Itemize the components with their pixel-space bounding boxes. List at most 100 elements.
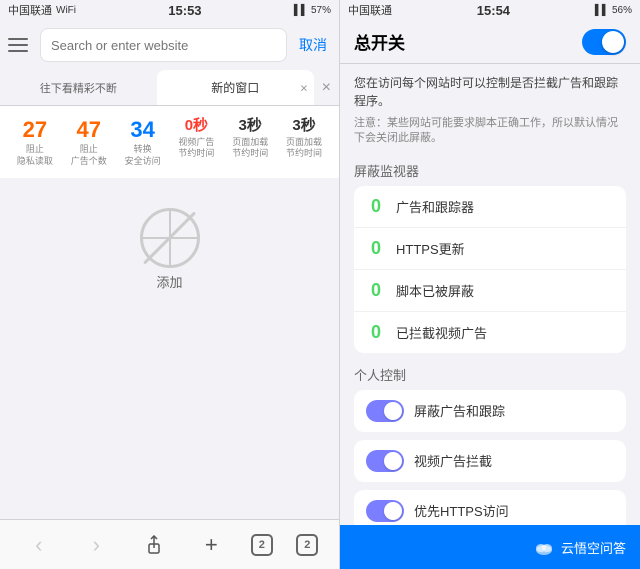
toggle-row-1: 视频广告拦截: [354, 440, 626, 482]
right-bottom-bar: 云悟空问答: [340, 525, 640, 569]
stat-ads: 47 阻止 广告个数: [64, 118, 114, 168]
menu-button[interactable]: [8, 33, 32, 57]
menu-line1: [8, 38, 28, 40]
status-bar-right: 中国联通 15:54 ▌▌ 56%: [340, 0, 640, 20]
monitor-label-3: 已拦截视频广告: [396, 323, 614, 342]
globe-slash: [143, 211, 196, 264]
right-panel-title: 总开关: [354, 29, 405, 54]
tab-history[interactable]: 往下看精彩不断: [0, 70, 157, 105]
tab-count2[interactable]: 2: [296, 534, 318, 556]
forward-button[interactable]: ›: [78, 527, 114, 563]
time-right: 15:54: [477, 3, 510, 18]
stat-number-video: 0秒: [185, 118, 208, 135]
tab-count[interactable]: 2: [251, 534, 273, 556]
add-label: 添加: [156, 272, 182, 291]
carrier-right: 中国联通: [348, 2, 392, 18]
monitor-count-3: 0: [366, 322, 386, 343]
tab-bar: 往下看精彩不断 新的窗口 × ×: [0, 70, 339, 106]
toggle-0[interactable]: [366, 400, 404, 422]
logo-text: 云悟空问答: [561, 538, 626, 557]
close-icon[interactable]: ×: [322, 79, 331, 97]
forward-icon: ›: [93, 532, 100, 558]
monitor-row-1: 0 HTTPS更新: [354, 228, 626, 270]
stat-number-ads: 47: [77, 118, 101, 142]
right-header: 总开关: [340, 20, 640, 64]
monitor-count-1: 0: [366, 238, 386, 259]
toggle-label-2: 优先HTTPS访问: [414, 501, 509, 520]
toggle-1[interactable]: [366, 450, 404, 472]
note-text: 注意：某些网站可能要求脚本正确工作，所以默认情况下会关闭此屏蔽。: [354, 116, 626, 147]
cloud-icon: [533, 536, 555, 558]
status-carrier-left: 中国联通 WiFi: [8, 2, 76, 18]
time-left: 15:53: [168, 3, 201, 18]
bottom-toolbar: ‹ › + 2 2: [0, 519, 339, 569]
globe-icon: [140, 208, 200, 268]
back-icon: ‹: [35, 532, 42, 558]
status-bar-left: 中国联通 WiFi 15:53 ▌▌ 57%: [0, 0, 339, 20]
tab-close-icon[interactable]: ×: [300, 80, 308, 95]
search-bar[interactable]: [40, 28, 287, 62]
description-text: 您在访问每个网站时可以控制是否拦截广告和跟踪程序。: [354, 74, 626, 110]
wifi-icon: WiFi: [56, 5, 76, 16]
stat-label-page1: 页面加载 节约时间: [232, 137, 268, 160]
battery-left: 57%: [311, 5, 331, 16]
bottom-logo: 云悟空问答: [533, 536, 626, 558]
stat-video-time: 0秒 视频广告 节约时间: [171, 118, 221, 168]
stat-page-time1: 3秒 页面加载 节约时间: [225, 118, 275, 168]
stat-label-video: 视频广告 节约时间: [178, 137, 214, 160]
toggle-label-1: 视频广告拦截: [414, 451, 492, 470]
stat-privacy: 27 阻止 隐私读取: [10, 118, 60, 168]
search-input[interactable]: [51, 38, 276, 53]
toggle-row-0: 屏蔽广告和跟踪: [354, 390, 626, 432]
monitor-row-2: 0 脚本已被屏蔽: [354, 270, 626, 312]
right-content: 您在访问每个网站时可以控制是否拦截广告和跟踪程序。 注意：某些网站可能要求脚本正…: [340, 64, 640, 525]
battery-area-right: ▌▌ 56%: [595, 5, 632, 16]
cancel-button[interactable]: 取消: [295, 31, 331, 59]
content-area: 添加: [0, 178, 339, 519]
toggle-row-2: 优先HTTPS访问: [354, 490, 626, 525]
tab-close-button[interactable]: ×: [314, 70, 339, 105]
monitor-count-0: 0: [366, 196, 386, 217]
monitor-label-0: 广告和跟踪器: [396, 197, 614, 216]
stat-number-page2: 3秒: [292, 118, 315, 135]
monitor-row-3: 0 已拦截视频广告: [354, 312, 626, 353]
monitor-row-0: 0 广告和跟踪器: [354, 186, 626, 228]
menu-line2: [8, 44, 28, 46]
add-icon: +: [205, 532, 218, 558]
left-panel: 中国联通 WiFi 15:53 ▌▌ 57% 取消 往下看精彩不断 新的窗口 ×…: [0, 0, 340, 569]
toggle-label-0: 屏蔽广告和跟踪: [414, 401, 505, 420]
battery-right: 56%: [612, 5, 632, 16]
monitor-label-1: HTTPS更新: [396, 239, 614, 258]
right-panel: 中国联通 15:54 ▌▌ 56% 总开关 您在访问每个网站时可以控制是否拦截广…: [340, 0, 640, 569]
monitor-card: 0 广告和跟踪器 0 HTTPS更新 0 脚本已被屏蔽 0 已拦截视频广告: [354, 186, 626, 353]
share-icon: [144, 535, 164, 555]
signal-right-icon: ▌▌: [595, 5, 609, 16]
add-tab-button[interactable]: +: [193, 527, 229, 563]
stat-number-privacy: 27: [23, 118, 47, 142]
monitor-label-2: 脚本已被屏蔽: [396, 281, 614, 300]
tab-new-label: 新的窗口: [211, 79, 259, 96]
menu-line3: [8, 50, 28, 52]
tab-new-window[interactable]: 新的窗口 ×: [157, 70, 314, 105]
tab-history-label: 往下看精彩不断: [40, 80, 117, 96]
signal-icon: ▌▌: [294, 5, 308, 16]
toggle-2[interactable]: [366, 500, 404, 522]
top-bar: 取消: [0, 20, 339, 70]
stat-label-privacy: 阻止 隐私读取: [17, 144, 53, 167]
back-button[interactable]: ‹: [21, 527, 57, 563]
stat-number-page1: 3秒: [239, 118, 262, 135]
master-toggle[interactable]: [582, 29, 626, 55]
globe-container: [140, 208, 200, 268]
carrier-left: 中国联通: [8, 2, 52, 18]
status-right-left: ▌▌ 57%: [294, 5, 331, 16]
stat-https: 34 转换 安全访问: [118, 118, 168, 168]
stat-label-https: 转换 安全访问: [125, 144, 161, 167]
stat-label-ads: 阻止 广告个数: [71, 144, 107, 167]
monitor-count-2: 0: [366, 280, 386, 301]
stat-number-https: 34: [130, 118, 154, 142]
stat-page-time2: 3秒 页面加载 节约时间: [279, 118, 329, 168]
stat-label-page2: 页面加载 节约时间: [286, 137, 322, 160]
stats-section: 27 阻止 隐私读取 47 阻止 广告个数 34 转换 安全访问 0秒 视频广告…: [0, 106, 339, 178]
share-button[interactable]: [136, 527, 172, 563]
personal-section-title: 个人控制: [354, 365, 626, 384]
